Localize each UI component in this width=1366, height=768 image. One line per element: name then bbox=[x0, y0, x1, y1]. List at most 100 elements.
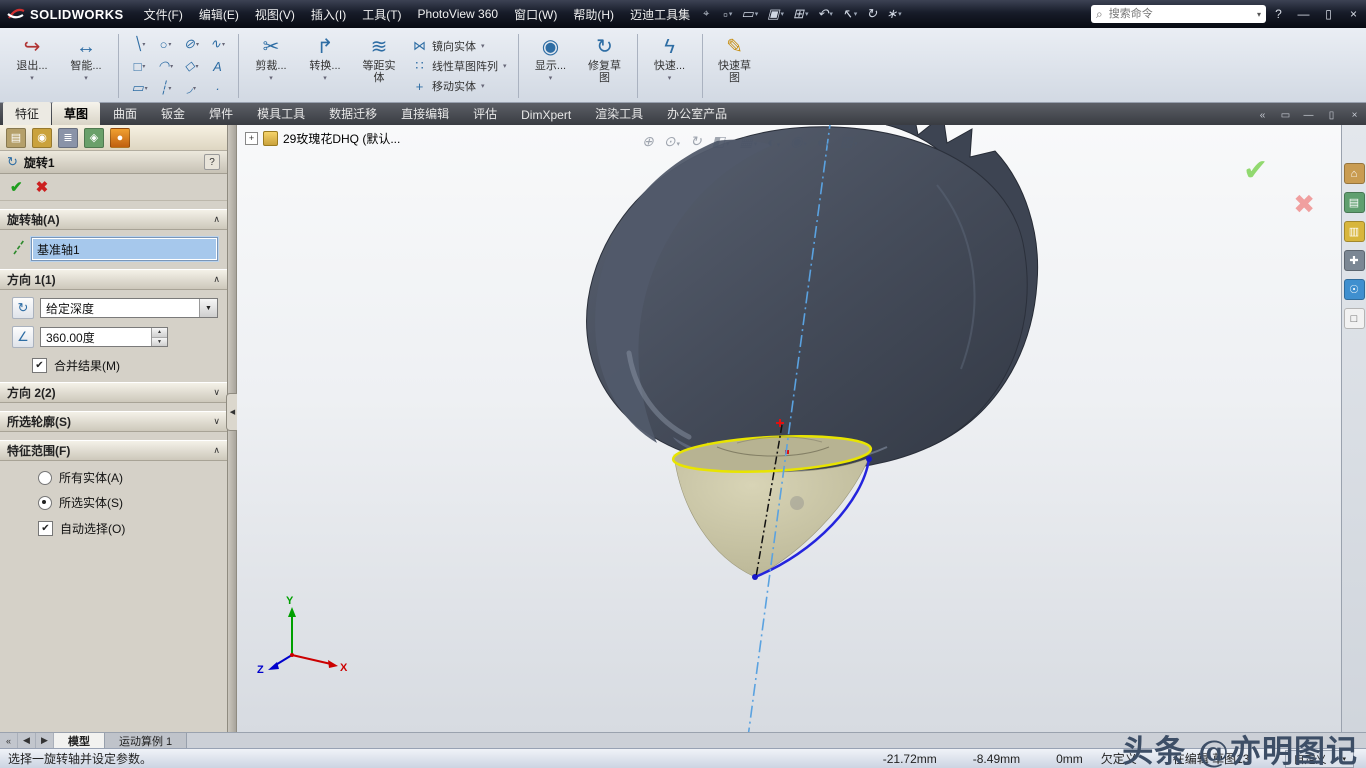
ellipse-tool[interactable]: ⊘▾ bbox=[179, 34, 204, 55]
hide-show-items-icon[interactable]: ◉▾ bbox=[790, 133, 807, 150]
menu-photoview[interactable]: PhotoView 360 bbox=[410, 7, 507, 21]
axis-section-header[interactable]: 旋转轴(A) ∧ bbox=[0, 209, 227, 230]
menu-maidi-tools[interactable]: 迈迪工具集 bbox=[622, 6, 698, 23]
slot-tool[interactable]: ▭▾ bbox=[127, 78, 152, 99]
help-button[interactable]: ? bbox=[1266, 7, 1291, 21]
tab-evaluate[interactable]: 评估 bbox=[461, 102, 509, 125]
exit-sketch-button[interactable]: ↪ 退出... ▾ bbox=[6, 32, 58, 100]
tab-direct-editing[interactable]: 直接编辑 bbox=[389, 102, 461, 125]
menu-help[interactable]: 帮助(H) bbox=[565, 6, 622, 23]
spin-down-button[interactable]: ▼ bbox=[152, 338, 167, 347]
edit-appearance-icon[interactable]: ●▾ bbox=[817, 134, 830, 150]
new-button[interactable]: ▫▾ bbox=[720, 6, 735, 23]
restore-button[interactable]: ▯ bbox=[1316, 7, 1341, 21]
linear-sketch-pattern-button[interactable]: ∷ 线性草图阵列 ▾ bbox=[412, 58, 507, 74]
search-input[interactable] bbox=[1107, 7, 1253, 21]
zoom-fit-icon[interactable]: ⊕ bbox=[642, 133, 654, 150]
search-dropdown-icon[interactable]: ▾ bbox=[1257, 10, 1261, 19]
print-button[interactable]: ⊞▾ bbox=[790, 5, 811, 23]
open-button[interactable]: ▭▾ bbox=[738, 5, 761, 23]
tab-office-products[interactable]: 办公室产品 bbox=[655, 102, 739, 125]
doc-minimize-button[interactable]: — bbox=[1297, 110, 1320, 125]
motion-study-tab[interactable]: 运动算例 1 bbox=[105, 733, 187, 748]
spline-tool[interactable]: ∿▾ bbox=[205, 34, 230, 55]
panel-splitter[interactable]: ◀ bbox=[228, 125, 237, 732]
tab-dimxpert[interactable]: DimXpert bbox=[509, 105, 583, 125]
dimxpert-manager-tab-icon[interactable]: ◈ bbox=[84, 128, 104, 148]
file-explorer-icon[interactable]: ▥ bbox=[1344, 221, 1365, 242]
graphics-area[interactable]: Y X Z + 29玫瑰花DHQ (默认... ⊕ ⊙▾ ↻ bbox=[237, 125, 1341, 732]
arc-tool[interactable]: ◠▾ bbox=[153, 56, 178, 77]
command-search[interactable]: ⌕ ▾ bbox=[1091, 5, 1266, 23]
centerline-tool[interactable]: ┆▾ bbox=[153, 78, 178, 99]
first-tab-button[interactable]: « bbox=[0, 733, 18, 748]
selected-axis-item[interactable]: 基准轴1 bbox=[33, 239, 216, 259]
menu-view[interactable]: 视图(V) bbox=[247, 6, 303, 23]
doc-windows-button[interactable]: ▭ bbox=[1274, 110, 1297, 125]
panel-help-icon[interactable]: ? bbox=[204, 154, 220, 170]
view-orientation-icon[interactable]: ▦▾ bbox=[739, 133, 757, 150]
resources-home-icon[interactable]: ⌂ bbox=[1344, 163, 1365, 184]
all-bodies-radio[interactable] bbox=[38, 471, 52, 485]
merge-result-checkbox[interactable]: ✔ bbox=[32, 358, 47, 373]
direction2-section-header[interactable]: 方向 2(2) ∨ bbox=[0, 382, 227, 403]
configuration-manager-tab-icon[interactable]: ≣ bbox=[58, 128, 78, 148]
display-manager-tab-icon[interactable]: ● bbox=[110, 128, 130, 148]
tab-render-tools[interactable]: 渲染工具 bbox=[583, 102, 655, 125]
select-button[interactable]: ↖▾ bbox=[839, 5, 860, 23]
model-tab[interactable]: 模型 bbox=[54, 733, 105, 748]
smart-dimension-button[interactable]: ↔ 智能... ▾ bbox=[60, 32, 112, 100]
next-tab-button[interactable]: ▶ bbox=[36, 733, 54, 748]
menu-edit[interactable]: 编辑(E) bbox=[191, 6, 247, 23]
ok-button[interactable]: ✔ bbox=[10, 178, 23, 196]
display-style-icon[interactable]: ◐▾ bbox=[767, 134, 780, 150]
property-manager-tab-icon[interactable]: ◉ bbox=[32, 128, 52, 148]
display-relations-button[interactable]: ◉ 显示... ▾ bbox=[525, 32, 577, 100]
design-library-icon[interactable]: ▤ bbox=[1344, 192, 1365, 213]
spin-up-button[interactable]: ▲ bbox=[152, 328, 167, 338]
rebuild-button[interactable]: ↻ bbox=[863, 5, 880, 23]
reverse-direction-icon[interactable]: ↻ bbox=[12, 297, 34, 319]
tab-weldments[interactable]: 焊件 bbox=[197, 102, 245, 125]
move-entities-button[interactable]: + 移动实体 ▾ bbox=[412, 78, 507, 94]
point-tool[interactable]: · bbox=[205, 78, 230, 99]
polygon-tool[interactable]: ◇▾ bbox=[179, 56, 204, 77]
options-button[interactable]: ∗▾ bbox=[883, 5, 904, 23]
text-tool[interactable]: A bbox=[205, 56, 230, 77]
doc-prev-window-button[interactable]: « bbox=[1251, 110, 1274, 125]
tree-expand-icon[interactable]: + bbox=[245, 132, 258, 145]
toolbox-icon[interactable]: ✚ bbox=[1344, 250, 1365, 271]
appearances-scenes-icon[interactable]: ☉ bbox=[1344, 279, 1365, 300]
confirm-cancel-icon[interactable]: ✖ bbox=[1293, 189, 1315, 220]
tab-surfaces[interactable]: 曲面 bbox=[101, 102, 149, 125]
repair-sketch-button[interactable]: ↻ 修复草 图 bbox=[579, 32, 631, 100]
offset-entities-button[interactable]: ≋ 等距实 体 bbox=[353, 32, 405, 100]
line-tool[interactable]: ╲▾ bbox=[127, 34, 152, 55]
dropdown-arrow-icon[interactable]: ▼ bbox=[199, 299, 217, 317]
zoom-area-icon[interactable]: ⊙▾ bbox=[664, 133, 680, 150]
mirror-entities-button[interactable]: ⋈ 镜向实体 ▾ bbox=[412, 38, 507, 54]
doc-close-button[interactable]: × bbox=[1343, 110, 1366, 125]
auto-select-checkbox[interactable]: ✔ bbox=[38, 521, 53, 536]
section-view-icon[interactable]: ◧▾ bbox=[712, 133, 730, 150]
menu-window[interactable]: 窗口(W) bbox=[506, 6, 565, 23]
trim-entities-button[interactable]: ✂ 剪裁... ▾ bbox=[245, 32, 297, 100]
quick-snaps-button[interactable]: ϟ 快速... ▾ bbox=[644, 32, 696, 100]
tab-data-migration[interactable]: 数据迁移 bbox=[317, 102, 389, 125]
undo-button[interactable]: ↶▾ bbox=[814, 5, 835, 23]
close-button[interactable]: × bbox=[1341, 7, 1366, 21]
feature-tree-tab-icon[interactable]: ▤ bbox=[6, 128, 26, 148]
tab-sheet-metal[interactable]: 钣金 bbox=[149, 102, 197, 125]
rectangle-tool[interactable]: □▾ bbox=[127, 56, 152, 77]
direction1-section-header[interactable]: 方向 1(1) ∧ bbox=[0, 269, 227, 290]
feature-scope-section-header[interactable]: 特征范围(F) ∧ bbox=[0, 440, 227, 461]
convert-entities-button[interactable]: ↱ 转换... ▾ bbox=[299, 32, 351, 100]
menu-tools[interactable]: 工具(T) bbox=[354, 6, 409, 23]
axis-selection-box[interactable]: 基准轴1 bbox=[31, 237, 218, 261]
part-name[interactable]: 29玫瑰花DHQ (默认... bbox=[283, 130, 400, 147]
save-button[interactable]: ▣▾ bbox=[764, 5, 787, 23]
contours-section-header[interactable]: 所选轮廓(S) ∨ bbox=[0, 411, 227, 432]
end-condition-dropdown[interactable]: 给定深度 ▼ bbox=[40, 298, 218, 318]
minimize-button[interactable]: — bbox=[1291, 7, 1316, 21]
previous-view-icon[interactable]: ↻ bbox=[690, 133, 702, 150]
